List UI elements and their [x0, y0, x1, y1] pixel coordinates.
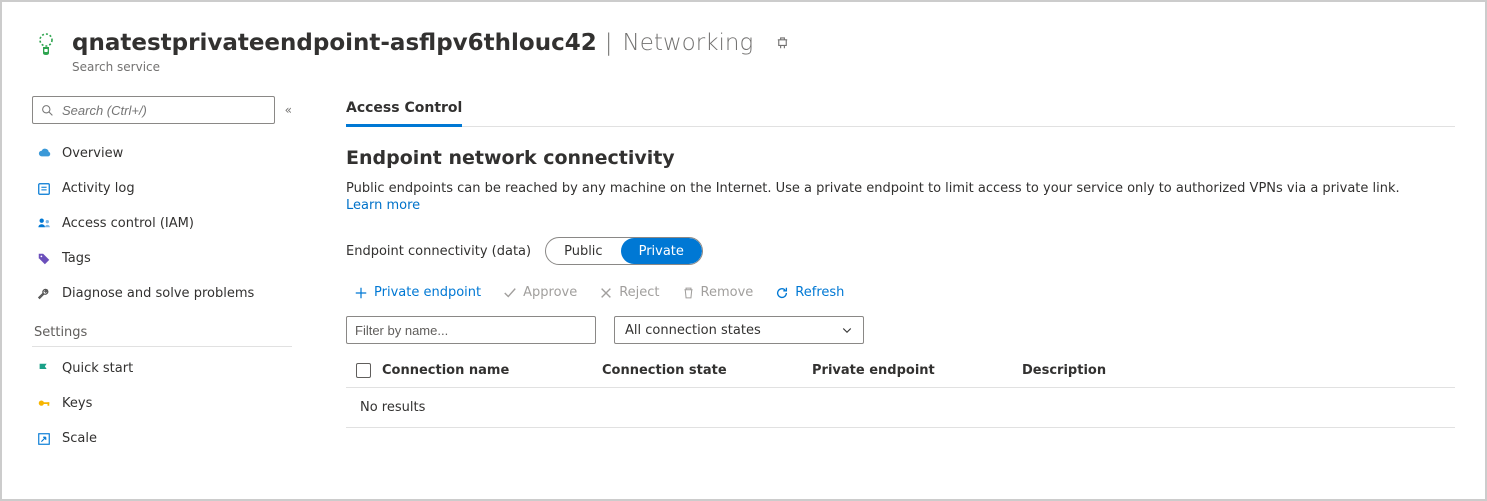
section-description: Public endpoints can be reached by any m…	[346, 181, 1455, 196]
key-icon	[36, 397, 52, 411]
sidebar-nav: Overview Activity log Access control (IA…	[32, 136, 292, 456]
tab-access-control[interactable]: Access Control	[346, 96, 462, 127]
search-service-icon	[32, 30, 60, 58]
page-header: qnatestprivateendpoint-asflpv6thlouc42 |…	[32, 30, 1455, 74]
title-separator: |	[605, 30, 613, 56]
table-header: Connection name Connection state Private…	[346, 354, 1455, 388]
add-private-endpoint-button[interactable]: Private endpoint	[354, 285, 481, 300]
sidebar-item-access-control[interactable]: Access control (IAM)	[32, 206, 292, 241]
main-content: Access Control Endpoint network connecti…	[292, 96, 1455, 495]
col-description: Description	[1022, 363, 1455, 378]
sidebar-item-label: Overview	[62, 146, 123, 161]
toolbar: Private endpoint Approve Reject Remove R…	[346, 285, 1455, 300]
plus-icon	[354, 286, 368, 300]
select-all-checkbox[interactable]	[356, 363, 371, 378]
iam-icon	[36, 216, 52, 231]
sidebar-item-label: Quick start	[62, 361, 133, 376]
sidebar-item-label: Scale	[62, 431, 97, 446]
sidebar-item-tags[interactable]: Tags	[32, 241, 292, 276]
connectivity-label: Endpoint connectivity (data)	[346, 244, 531, 259]
connectivity-private[interactable]: Private	[621, 238, 702, 264]
table-empty-state: No results	[346, 388, 1455, 428]
tag-icon	[36, 252, 52, 266]
sidebar-item-label: Diagnose and solve problems	[62, 286, 254, 301]
sidebar-group-settings: Settings	[32, 325, 292, 347]
chevron-down-icon	[841, 324, 853, 336]
sidebar-item-diagnose[interactable]: Diagnose and solve problems	[32, 276, 292, 311]
sidebar-item-label: Access control (IAM)	[62, 216, 194, 231]
sidebar-item-scale[interactable]: Scale	[32, 421, 292, 456]
connectivity-public[interactable]: Public	[546, 238, 620, 264]
sidebar-item-label: Activity log	[62, 181, 135, 196]
sidebar: « Overview Activity log Access control (…	[32, 96, 292, 495]
tab-bar: Access Control	[346, 96, 1455, 127]
resource-name: qnatestprivateendpoint-asflpv6thlouc42	[72, 32, 597, 55]
sidebar-item-overview[interactable]: Overview	[32, 136, 292, 171]
resource-type: Search service	[72, 60, 790, 74]
sidebar-item-label: Tags	[62, 251, 91, 266]
col-private-endpoint: Private endpoint	[812, 363, 1022, 378]
connectivity-toggle: Public Private	[545, 237, 703, 265]
learn-more-link[interactable]: Learn more	[346, 198, 420, 213]
collapse-sidebar-button[interactable]: «	[285, 103, 292, 117]
approve-button: Approve	[503, 285, 577, 300]
refresh-button[interactable]: Refresh	[775, 285, 844, 300]
sidebar-item-activity-log[interactable]: Activity log	[32, 171, 292, 206]
connection-state-select[interactable]: All connection states	[614, 316, 864, 344]
search-input[interactable]	[60, 102, 266, 119]
reject-button: Reject	[599, 285, 659, 300]
log-icon	[36, 182, 52, 196]
search-icon	[41, 104, 54, 117]
sidebar-item-label: Keys	[62, 396, 92, 411]
section-heading: Endpoint network connectivity	[346, 147, 1455, 169]
endpoints-table: Connection name Connection state Private…	[346, 354, 1455, 428]
scale-icon	[36, 432, 52, 446]
x-icon	[599, 286, 613, 300]
col-connection-state: Connection state	[602, 363, 812, 378]
sidebar-search[interactable]	[32, 96, 275, 124]
remove-button: Remove	[682, 285, 754, 300]
cloud-icon	[36, 146, 52, 161]
filter-name-input[interactable]	[346, 316, 596, 344]
check-icon	[503, 286, 517, 300]
page-section-title: Networking	[622, 30, 753, 56]
sidebar-item-quick-start[interactable]: Quick start	[32, 351, 292, 386]
wrench-icon	[36, 287, 52, 301]
refresh-icon	[775, 286, 789, 300]
sidebar-item-keys[interactable]: Keys	[32, 386, 292, 421]
trash-icon	[682, 286, 695, 300]
pin-button[interactable]	[775, 36, 790, 51]
col-connection-name: Connection name	[382, 363, 602, 378]
flag-icon	[36, 362, 52, 376]
